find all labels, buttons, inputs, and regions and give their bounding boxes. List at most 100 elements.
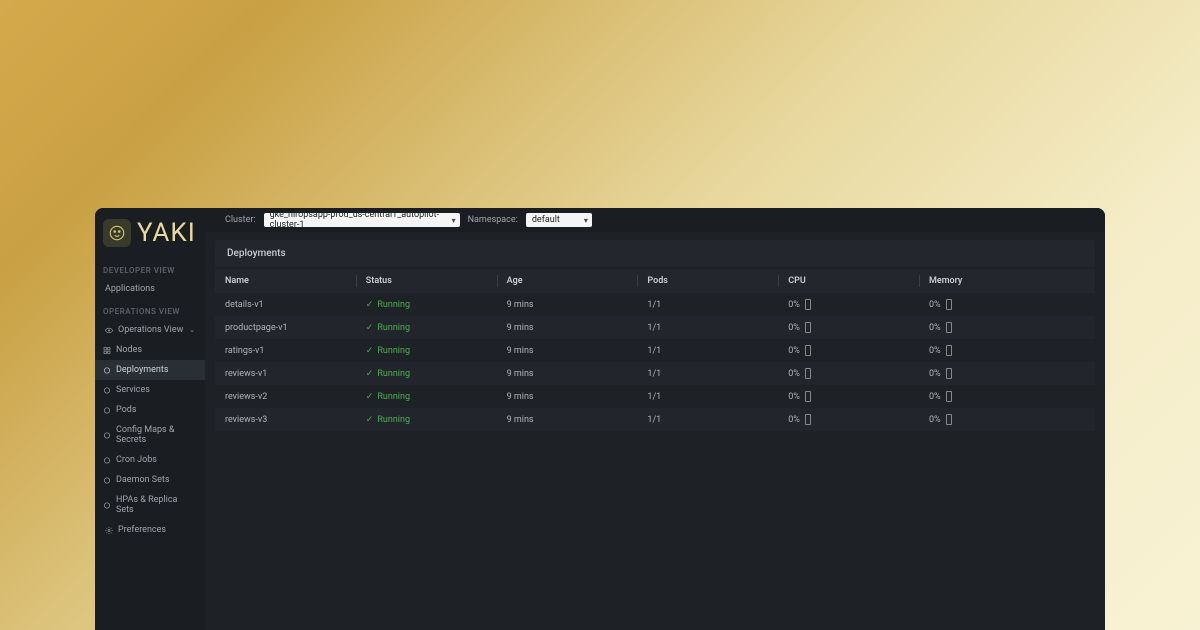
table-row[interactable]: details-v1✓Running9 mins1/10%0% <box>215 293 1095 316</box>
usage-bar-icon <box>946 414 952 425</box>
cell-name: reviews-v1 <box>215 362 356 385</box>
sidebar-item-label: Deployments <box>116 365 168 375</box>
eye-icon <box>105 326 113 334</box>
cell-cpu: 0% <box>778 385 919 408</box>
sidebar-item-deployments[interactable]: Deployments <box>95 360 205 380</box>
cell-pods: 1/1 <box>637 293 778 316</box>
col-pods[interactable]: Pods <box>637 269 778 293</box>
circle-icon <box>103 431 111 439</box>
cell-cpu: 0% <box>778 408 919 431</box>
usage-bar-icon <box>946 391 952 402</box>
cell-memory: 0% <box>919 293 1095 316</box>
namespace-label: Namespace: <box>468 215 518 225</box>
col-age[interactable]: Age <box>497 269 638 293</box>
usage-bar-icon <box>946 368 952 379</box>
cell-age: 9 mins <box>497 316 638 339</box>
cell-status: ✓Running <box>356 339 497 362</box>
table-row[interactable]: productpage-v1✓Running9 mins1/10%0% <box>215 316 1095 339</box>
usage-bar-icon <box>946 299 952 310</box>
usage-bar-icon <box>805 299 811 310</box>
page-title: Deployments <box>215 240 1095 267</box>
cell-name: reviews-v2 <box>215 385 356 408</box>
cluster-label: Cluster: <box>225 215 256 225</box>
cell-name: reviews-v3 <box>215 408 356 431</box>
cell-memory: 0% <box>919 316 1095 339</box>
app-name: YAKI <box>137 218 196 248</box>
app-window: YAKI DEVELOPER VIEW Applications OPERATI… <box>95 208 1105 630</box>
sidebar-item-label: Config Maps & Secrets <box>116 425 195 445</box>
cell-status: ✓Running <box>356 362 497 385</box>
sidebar-item-nodes[interactable]: Nodes <box>95 340 205 360</box>
check-icon: ✓ <box>366 346 374 356</box>
namespace-value: default <box>532 215 560 225</box>
sidebar-item-label: Preferences <box>118 525 166 535</box>
check-icon: ✓ <box>366 415 374 425</box>
cell-pods: 1/1 <box>637 339 778 362</box>
check-icon: ✓ <box>366 300 374 310</box>
cell-pods: 1/1 <box>637 316 778 339</box>
cell-status: ✓Running <box>356 293 497 316</box>
circle-icon <box>103 406 111 414</box>
usage-bar-icon <box>805 345 811 356</box>
namespace-select[interactable]: default <box>526 213 592 227</box>
cell-name: details-v1 <box>215 293 356 316</box>
col-memory[interactable]: Memory <box>919 269 1095 293</box>
cell-age: 9 mins <box>497 385 638 408</box>
sidebar-item-daemon-sets[interactable]: Daemon Sets <box>95 470 205 490</box>
cell-cpu: 0% <box>778 293 919 316</box>
circle-icon <box>103 501 111 509</box>
cell-memory: 0% <box>919 385 1095 408</box>
sidebar-item-label: HPAs & Replica Sets <box>116 495 195 515</box>
cell-pods: 1/1 <box>637 408 778 431</box>
cell-age: 9 mins <box>497 408 638 431</box>
usage-bar-icon <box>805 322 811 333</box>
gear-icon <box>105 526 113 534</box>
check-icon: ✓ <box>366 369 374 379</box>
sidebar-item-label: Services <box>116 385 150 395</box>
main-content: Cluster: gke_niropsapp-prod_us-central1_… <box>205 208 1105 630</box>
cluster-select[interactable]: gke_niropsapp-prod_us-central1_autopilot… <box>264 213 460 227</box>
table-header-row: Name Status Age Pods CPU Memory <box>215 269 1095 293</box>
cluster-value: gke_niropsapp-prod_us-central1_autopilot… <box>270 210 442 230</box>
cell-memory: 0% <box>919 408 1095 431</box>
sidebar-item-preferences[interactable]: Preferences <box>95 520 205 540</box>
usage-bar-icon <box>805 368 811 379</box>
sidebar-item-label: Daemon Sets <box>116 475 170 485</box>
usage-bar-icon <box>805 414 811 425</box>
sidebar-item-label: Nodes <box>116 345 142 355</box>
sidebar-item-config-maps-secrets[interactable]: Config Maps & Secrets <box>95 420 205 450</box>
table-row[interactable]: reviews-v2✓Running9 mins1/10%0% <box>215 385 1095 408</box>
cell-cpu: 0% <box>778 316 919 339</box>
operations-view-label: OPERATIONS VIEW <box>95 299 205 320</box>
grid-icon <box>103 346 111 354</box>
cell-pods: 1/1 <box>637 362 778 385</box>
cell-status: ✓Running <box>356 408 497 431</box>
circle-icon <box>103 476 111 484</box>
sidebar-item-pods[interactable]: Pods <box>95 400 205 420</box>
cell-memory: 0% <box>919 339 1095 362</box>
sidebar-item-hpas-replica-sets[interactable]: HPAs & Replica Sets <box>95 490 205 520</box>
col-status[interactable]: Status <box>356 269 497 293</box>
sidebar-item-applications[interactable]: Applications <box>95 279 205 299</box>
sidebar-item-operations-view[interactable]: Operations View ⌄ <box>95 320 205 340</box>
col-name[interactable]: Name <box>215 269 356 293</box>
table-row[interactable]: ratings-v1✓Running9 mins1/10%0% <box>215 339 1095 362</box>
sidebar-item-cron-jobs[interactable]: Cron Jobs <box>95 450 205 470</box>
usage-bar-icon <box>946 322 952 333</box>
table-row[interactable]: reviews-v3✓Running9 mins1/10%0% <box>215 408 1095 431</box>
usage-bar-icon <box>946 345 952 356</box>
table-row[interactable]: reviews-v1✓Running9 mins1/10%0% <box>215 362 1095 385</box>
cell-age: 9 mins <box>497 339 638 362</box>
col-cpu[interactable]: CPU <box>778 269 919 293</box>
logo: YAKI <box>95 208 205 258</box>
cell-name: ratings-v1 <box>215 339 356 362</box>
cell-age: 9 mins <box>497 293 638 316</box>
cell-pods: 1/1 <box>637 385 778 408</box>
usage-bar-icon <box>805 391 811 402</box>
developer-view-label: DEVELOPER VIEW <box>95 258 205 279</box>
sidebar-item-label: Cron Jobs <box>116 455 157 465</box>
sidebar-item-services[interactable]: Services <box>95 380 205 400</box>
check-icon: ✓ <box>366 323 374 333</box>
sidebar: YAKI DEVELOPER VIEW Applications OPERATI… <box>95 208 205 630</box>
sidebar-item-label: Operations View <box>118 325 183 335</box>
